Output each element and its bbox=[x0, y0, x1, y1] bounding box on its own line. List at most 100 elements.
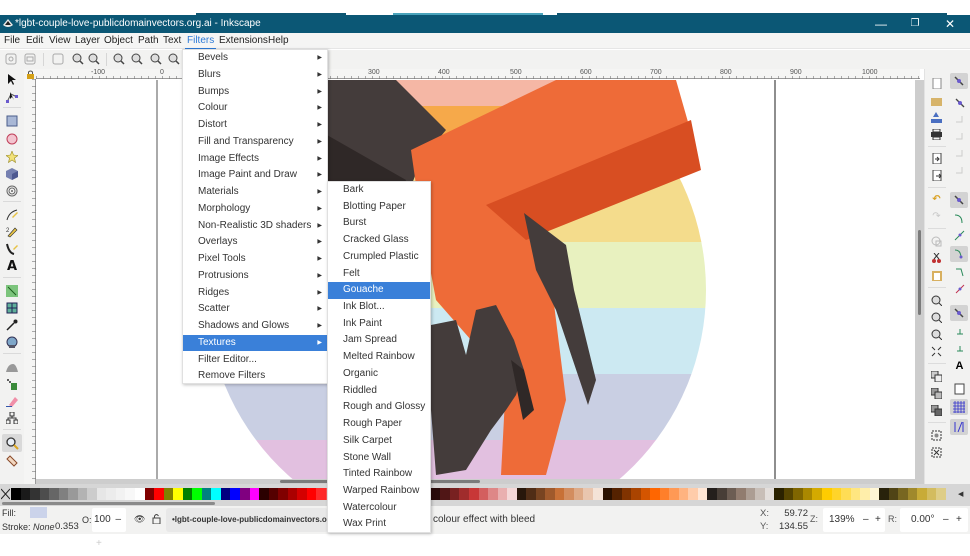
paste-button[interactable] bbox=[930, 269, 943, 282]
color-swatch[interactable] bbox=[20, 488, 31, 500]
color-swatch[interactable] bbox=[736, 488, 747, 500]
menu-item-warped-rainbow[interactable]: Warped Rainbow bbox=[328, 483, 430, 500]
color-swatch[interactable] bbox=[907, 488, 918, 500]
snap-bbox-center-toggle[interactable] bbox=[953, 164, 966, 177]
vertical-scrollbar[interactable] bbox=[915, 80, 924, 484]
color-swatch[interactable] bbox=[287, 488, 298, 500]
menu-item-gouache[interactable]: Gouache bbox=[328, 282, 430, 299]
color-swatch[interactable] bbox=[49, 488, 60, 500]
unlink-clone-button[interactable] bbox=[930, 404, 943, 417]
color-swatch[interactable] bbox=[612, 488, 623, 500]
undo-button[interactable]: ↶ bbox=[930, 193, 943, 206]
color-swatch[interactable] bbox=[230, 488, 241, 500]
color-swatch[interactable] bbox=[278, 488, 289, 500]
opacity-spinbox[interactable]: 100 – + bbox=[92, 508, 126, 549]
minimize-button[interactable]: — bbox=[866, 15, 896, 33]
menu-item-cracked-glass[interactable]: Cracked Glass bbox=[328, 232, 430, 249]
copy-button[interactable] bbox=[930, 235, 943, 248]
color-swatch[interactable] bbox=[192, 488, 203, 500]
zoom-page-button[interactable] bbox=[930, 328, 943, 341]
eraser-tool[interactable] bbox=[5, 394, 19, 408]
color-swatch[interactable] bbox=[488, 488, 499, 500]
rectangle-tool[interactable] bbox=[5, 114, 19, 128]
snap-text-baseline-toggle[interactable]: A bbox=[953, 359, 966, 372]
calligraphy-tool[interactable] bbox=[5, 242, 19, 256]
paint-bucket-tool[interactable] bbox=[5, 335, 19, 349]
menu-object[interactable]: Object bbox=[102, 33, 135, 49]
text-tool[interactable]: A bbox=[5, 259, 19, 274]
menu-text[interactable]: Text bbox=[161, 33, 183, 49]
menu-item-filter-editor[interactable]: Filter Editor... bbox=[183, 352, 327, 369]
color-swatch[interactable] bbox=[669, 488, 680, 500]
menu-item-blotting-paper[interactable]: Blotting Paper bbox=[328, 199, 430, 216]
redo-button[interactable]: ↷ bbox=[930, 210, 943, 223]
color-swatch[interactable] bbox=[545, 488, 556, 500]
color-swatch[interactable] bbox=[58, 488, 69, 500]
color-swatch[interactable] bbox=[30, 488, 41, 500]
print-button[interactable] bbox=[930, 128, 943, 141]
snap-paths-toggle[interactable] bbox=[953, 212, 966, 225]
color-swatch[interactable] bbox=[841, 488, 852, 500]
palette-scrollbar[interactable] bbox=[2, 502, 215, 505]
color-swatch[interactable] bbox=[220, 488, 231, 500]
scrollbar-thumb[interactable] bbox=[918, 230, 921, 315]
maximize-button[interactable]: ❐ bbox=[900, 15, 930, 33]
color-swatch[interactable] bbox=[516, 488, 527, 500]
zoom-1-1-icon[interactable] bbox=[113, 53, 125, 65]
color-swatch[interactable] bbox=[96, 488, 107, 500]
rotation-increment[interactable]: + bbox=[956, 508, 962, 532]
menu-item-colour[interactable]: Colour ▶ bbox=[183, 100, 327, 117]
zoom-width-button[interactable] bbox=[930, 345, 943, 358]
color-swatch[interactable] bbox=[259, 488, 270, 500]
rotation-value[interactable]: 0.00° bbox=[911, 508, 934, 532]
cut-button[interactable] bbox=[930, 252, 943, 265]
color-swatch[interactable] bbox=[173, 488, 184, 500]
menu-file[interactable]: File bbox=[2, 33, 22, 49]
menu-item-bevels[interactable]: Bevels ▶ bbox=[183, 50, 327, 67]
opacity-increment[interactable]: + bbox=[96, 538, 102, 549]
zoom-page-icon[interactable] bbox=[52, 53, 64, 65]
new-document-button[interactable] bbox=[930, 77, 943, 90]
ungroup-button[interactable] bbox=[930, 446, 943, 459]
layer-visibility-icon[interactable]: 👁 bbox=[134, 514, 145, 525]
opacity-value[interactable]: 100 bbox=[94, 514, 111, 525]
zoom-previous-icon[interactable] bbox=[168, 53, 180, 65]
color-swatch[interactable] bbox=[554, 488, 565, 500]
menu-item-materials[interactable]: Materials ▶ bbox=[183, 184, 327, 201]
snap-page-border-toggle[interactable] bbox=[953, 382, 966, 395]
menu-item-blurs[interactable]: Blurs ▶ bbox=[183, 67, 327, 84]
rotation-spinbox[interactable]: 0.00° – + bbox=[900, 508, 968, 532]
clone-button[interactable] bbox=[930, 387, 943, 400]
color-swatch[interactable] bbox=[211, 488, 222, 500]
snap-nodes-toggle[interactable] bbox=[950, 192, 968, 208]
color-swatch[interactable] bbox=[182, 488, 193, 500]
connector-tool[interactable] bbox=[5, 411, 19, 425]
menu-item-overlays[interactable]: Overlays ▶ bbox=[183, 234, 327, 251]
color-swatch[interactable] bbox=[249, 488, 260, 500]
menu-item-protrusions[interactable]: Protrusions ▶ bbox=[183, 268, 327, 285]
color-swatch[interactable] bbox=[535, 488, 546, 500]
layer-lock-icon[interactable] bbox=[152, 513, 161, 524]
color-swatch[interactable] bbox=[564, 488, 575, 500]
color-swatch[interactable] bbox=[497, 488, 508, 500]
save-button[interactable] bbox=[930, 111, 943, 124]
color-swatch[interactable] bbox=[526, 488, 537, 500]
color-swatch[interactable] bbox=[592, 488, 603, 500]
color-swatch[interactable] bbox=[11, 488, 21, 500]
color-swatch[interactable] bbox=[468, 488, 479, 500]
color-swatch[interactable] bbox=[697, 488, 708, 500]
snap-smooth-toggle[interactable] bbox=[953, 265, 966, 278]
color-swatch[interactable] bbox=[68, 488, 79, 500]
zoom-out-icon[interactable] bbox=[88, 53, 100, 65]
color-swatch[interactable] bbox=[201, 488, 212, 500]
menu-item-textures[interactable]: Textures ▶ bbox=[183, 334, 327, 352]
close-button[interactable]: ✕ bbox=[935, 15, 965, 33]
color-swatch[interactable] bbox=[583, 488, 594, 500]
color-swatch[interactable] bbox=[783, 488, 794, 500]
color-swatch[interactable] bbox=[316, 488, 327, 500]
node-tool[interactable] bbox=[5, 90, 19, 104]
zoom-decrement[interactable]: – bbox=[863, 508, 869, 532]
menu-item-rough-and-glossy[interactable]: Rough and Glossy bbox=[328, 399, 430, 416]
snap-bbox-corner-toggle[interactable] bbox=[953, 130, 966, 143]
stroke-width[interactable]: 0.353 bbox=[55, 521, 79, 532]
